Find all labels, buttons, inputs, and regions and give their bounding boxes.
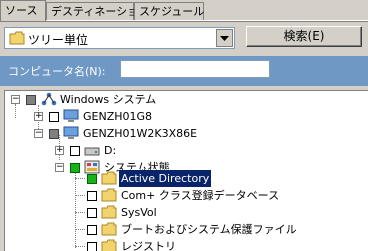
tree-node-label-selected: Active Directory — [117, 169, 213, 188]
tree-node-host[interactable]: + GENZH01G8 — [5, 108, 365, 125]
tree-node-drive[interactable]: + D: — [5, 142, 365, 159]
source-tree[interactable]: − Windows システム + GENZH01G8 − GENZH01W2K3… — [4, 90, 368, 251]
tab-source[interactable]: ソース — [0, 0, 46, 21]
checkbox[interactable] — [70, 146, 80, 156]
tree-node-label: Com+ クラス登録データベース — [121, 189, 280, 202]
tree-node-item[interactable]: SysVol — [5, 204, 365, 221]
tree-node-label: GENZH01W2K3X86E — [83, 127, 198, 140]
tree-node-label: GENZH01G8 — [83, 110, 153, 123]
computer-name-label: コンピュータ名(N): — [8, 65, 106, 78]
checkbox[interactable] — [26, 95, 36, 105]
tree-node-host[interactable]: − GENZH01W2K3X86E — [5, 125, 365, 142]
checkbox[interactable] — [87, 242, 97, 251]
expand-icon[interactable]: + — [34, 112, 43, 121]
tree-node-label: SysVol — [121, 206, 157, 219]
folder-icon — [9, 31, 25, 48]
view-select[interactable]: ツリー単位 — [4, 27, 235, 49]
checkbox[interactable] — [87, 174, 97, 184]
checkbox[interactable] — [87, 191, 97, 201]
tree-node-item[interactable]: Active Directory — [5, 169, 365, 188]
folder-icon — [101, 239, 117, 251]
checkbox[interactable] — [87, 225, 97, 235]
tab-divider-shadow — [0, 21, 368, 22]
checkbox[interactable] — [49, 129, 59, 139]
tab-schedule[interactable]: スケジュール — [134, 2, 204, 20]
collapse-icon[interactable]: − — [11, 95, 20, 104]
tree-node-label: Windows システム — [60, 93, 157, 106]
collapse-icon[interactable]: − — [34, 129, 43, 138]
tree-node-root[interactable]: − Windows システム — [5, 91, 365, 108]
view-select-value: ツリー単位 — [28, 33, 89, 47]
tab-destination[interactable]: デスティネーション — [46, 2, 149, 20]
tree-node-item[interactable]: ブートおよびシステム保護ファイル — [5, 221, 365, 238]
expand-icon[interactable]: + — [55, 146, 64, 155]
filter-bar: コンピュータ名(N): — [0, 56, 368, 86]
tab-strip: ソース デスティネーション スケジュール — [0, 0, 368, 22]
checkbox[interactable] — [87, 208, 97, 218]
chevron-down-icon[interactable] — [216, 29, 233, 47]
tree-node-label: レジストリ — [121, 240, 176, 251]
tree-node-label: ブートおよびシステム保護ファイル — [121, 223, 297, 236]
tree-node-label: D: — [104, 144, 117, 157]
tree-node-item[interactable]: レジストリ — [5, 238, 365, 251]
tree-node-item[interactable]: Com+ クラス登録データベース — [5, 187, 365, 204]
computer-name-input[interactable] — [120, 60, 270, 78]
search-button[interactable]: 検索(E) — [246, 26, 362, 47]
checkbox[interactable] — [49, 112, 59, 122]
